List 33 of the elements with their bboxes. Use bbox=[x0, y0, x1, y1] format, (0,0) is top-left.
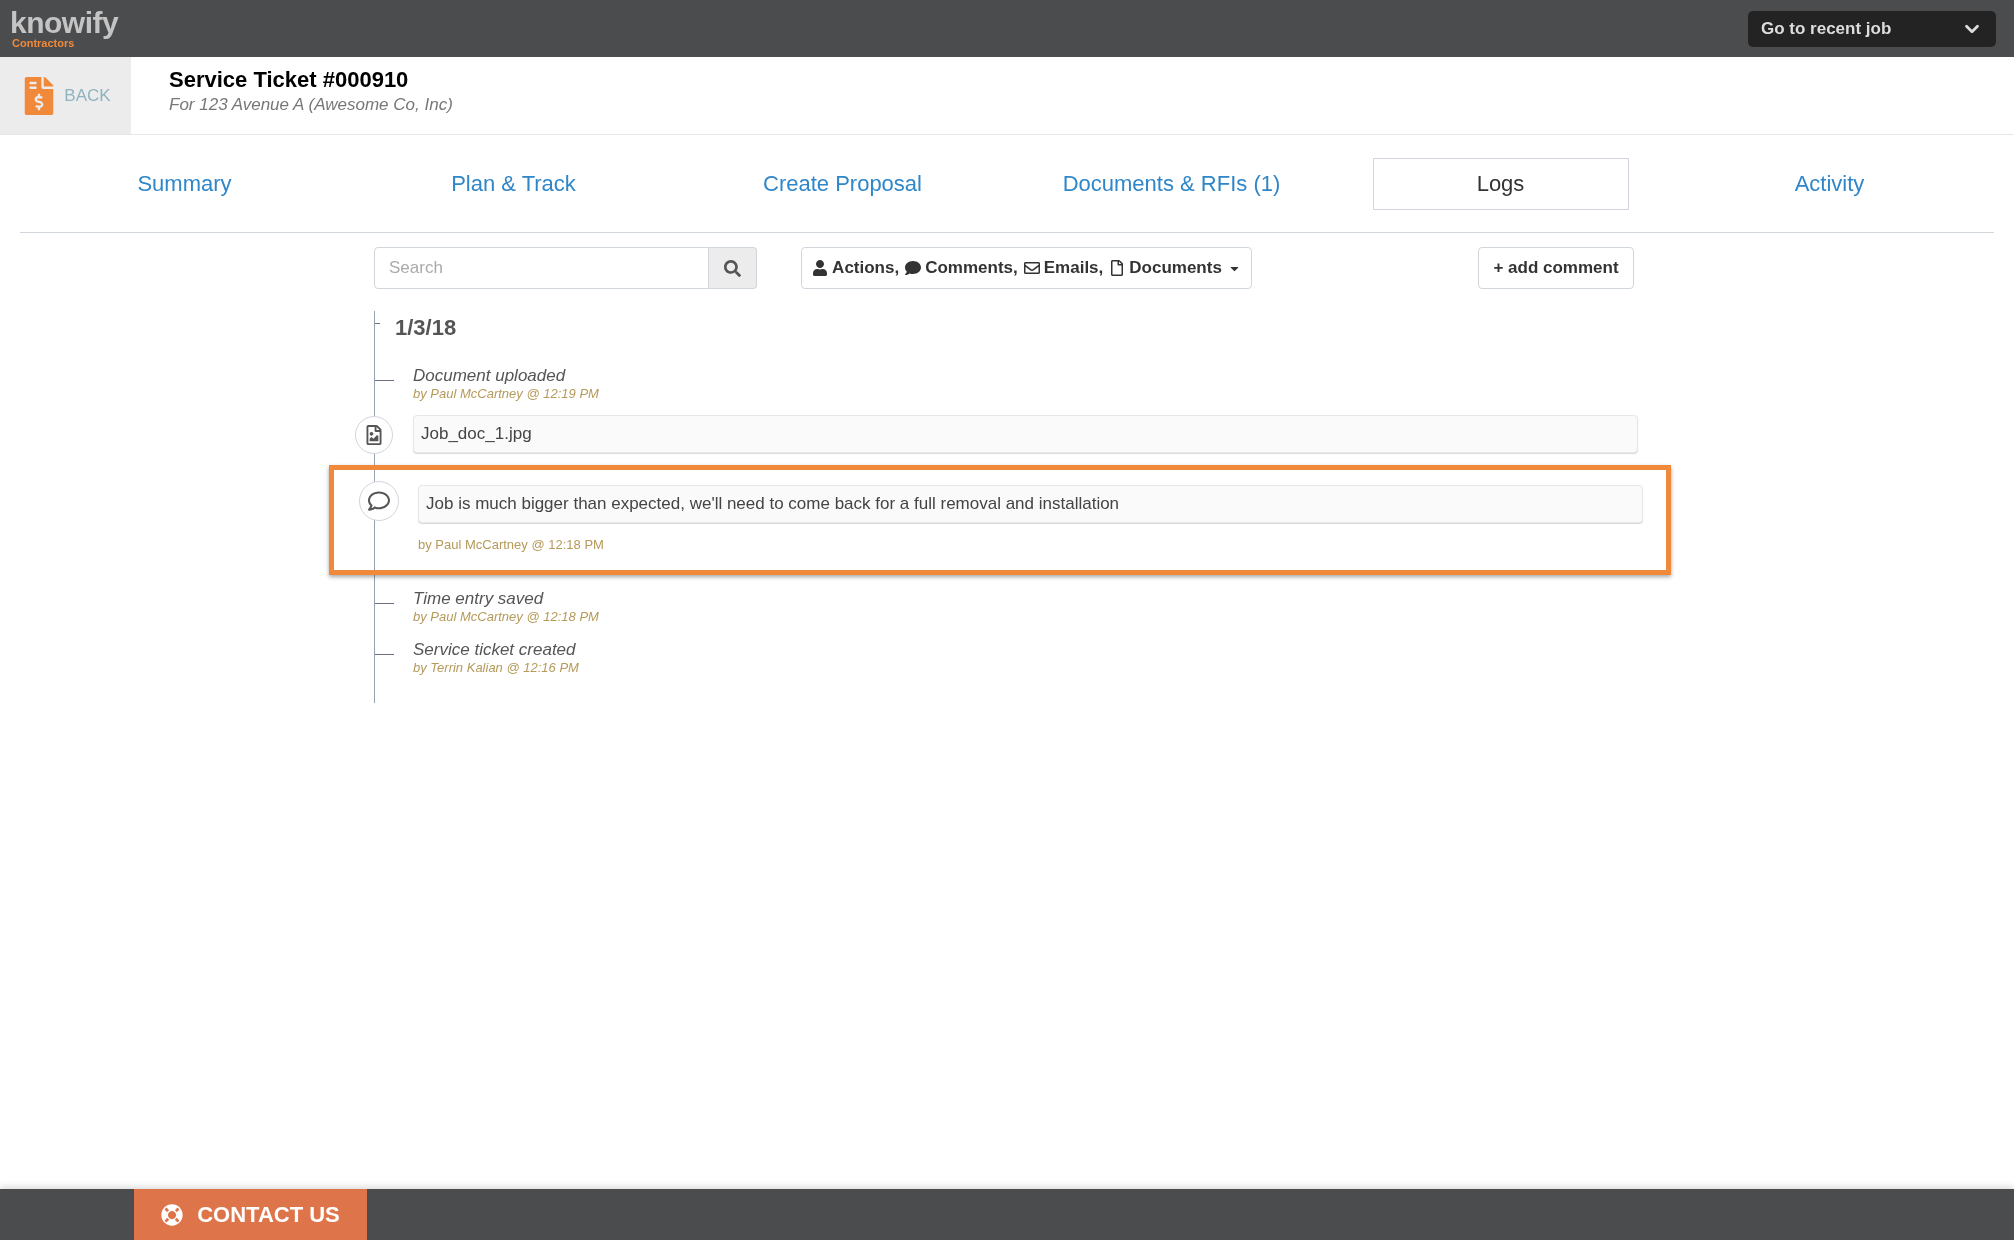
log-event-author: by Paul McCartney @ 12:19 PM bbox=[413, 386, 599, 401]
log-event-title: Document uploaded bbox=[413, 366, 566, 386]
ticket-subtitle: For 123 Avenue A (Awesome Co, Inc) bbox=[169, 94, 453, 116]
log-event-author: by Paul McCartney @ 12:18 PM bbox=[413, 608, 599, 624]
lifebuoy-icon bbox=[161, 1203, 184, 1226]
user-icon bbox=[812, 260, 829, 276]
ticket-title: Service Ticket #000910 bbox=[169, 66, 410, 94]
tab[interactable]: Documents & RFIs (1) bbox=[1042, 157, 1301, 210]
tab[interactable]: Activity bbox=[1774, 157, 1885, 210]
tab[interactable]: Logs bbox=[1372, 157, 1629, 210]
logo[interactable]: knowify Contractors bbox=[10, 8, 119, 49]
tab[interactable]: Summary bbox=[117, 157, 252, 210]
log-date: 1/3/18 bbox=[395, 315, 457, 340]
search-button[interactable] bbox=[709, 247, 757, 289]
document-icon bbox=[1109, 260, 1126, 276]
envelope-icon bbox=[1023, 260, 1040, 276]
attachment-filename[interactable]: Job_doc_1.jpg bbox=[413, 415, 1638, 453]
comment-text: Job is much bigger than expected, we'll need to come back for a full removal and installation bbox=[418, 485, 1643, 523]
comment-author: by Paul McCartney @ 12:18 PM bbox=[418, 536, 604, 554]
tab[interactable]: Create Proposal bbox=[743, 157, 942, 210]
recent-job-dropdown[interactable]: Go to recent job bbox=[1748, 10, 1996, 47]
log-event-title: Time entry saved bbox=[413, 588, 544, 609]
contact-us-button[interactable]: CONTACT US bbox=[134, 1189, 367, 1240]
speech-bubble-icon bbox=[359, 481, 399, 521]
search-field[interactable]: Search bbox=[374, 247, 709, 289]
filter-dropdown[interactable]: Actions, Comments, Emails, Documents bbox=[801, 247, 1252, 289]
log-event-title: Service ticket created bbox=[413, 639, 576, 660]
add-comment-button[interactable]: + add comment bbox=[1478, 247, 1634, 289]
file-image-icon bbox=[355, 416, 393, 454]
search-icon bbox=[724, 259, 741, 277]
speech-bubble-icon bbox=[905, 260, 922, 276]
log-event-author: by Terrin Kalian @ 12:16 PM bbox=[413, 659, 579, 675]
tab[interactable]: Plan & Track bbox=[431, 157, 596, 210]
